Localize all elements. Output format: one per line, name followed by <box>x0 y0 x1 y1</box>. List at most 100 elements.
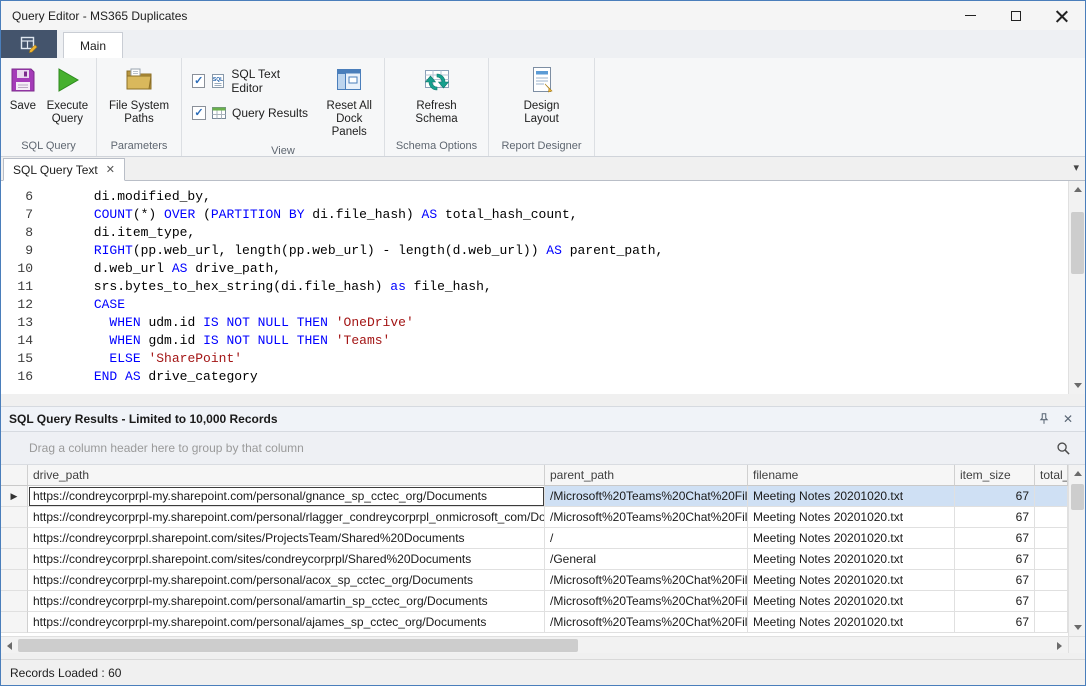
code-line[interactable]: 13 WHEN udm.id IS NOT NULL THEN 'OneDriv… <box>1 314 1068 332</box>
grid-cell-total_hash[interactable] <box>1035 549 1068 570</box>
close-button[interactable] <box>1039 1 1085 30</box>
row-indicator <box>1 507 28 528</box>
column-header-drive_path[interactable]: drive_path <box>28 465 545 486</box>
grid-cell-item_size[interactable]: 67 <box>955 612 1035 633</box>
code-line[interactable]: 10 d.web_url AS drive_path, <box>1 260 1068 278</box>
sql-text-editor-checkbox[interactable]: ✓ SQL SQL Text Editor <box>192 67 310 95</box>
checkbox-icon[interactable]: ✓ <box>192 74 205 88</box>
query-results-checkbox[interactable]: ✓ Query Results <box>192 105 310 121</box>
grid-cell-parent_path[interactable]: /Microsoft%20Teams%20Chat%20Files <box>545 507 748 528</box>
grid-cell-parent_path[interactable]: /Microsoft%20Teams%20Chat%20Files <box>545 570 748 591</box>
scroll-up-icon[interactable] <box>1069 465 1086 482</box>
grid-cell-drive_path[interactable]: https://condreycorprpl-my.sharepoint.com… <box>28 612 545 633</box>
execute-query-button[interactable]: Execute Query <box>43 61 92 135</box>
scroll-down-icon[interactable] <box>1069 619 1086 636</box>
app-menu-button[interactable] <box>1 30 57 58</box>
table-row[interactable]: https://condreycorprpl-my.sharepoint.com… <box>1 507 1068 528</box>
code-line[interactable]: 11 srs.bytes_to_hex_string(di.file_hash)… <box>1 278 1068 296</box>
tab-main[interactable]: Main <box>63 32 123 58</box>
maximize-button[interactable] <box>993 1 1039 30</box>
design-layout-button[interactable]: Design Layout <box>513 61 571 135</box>
titlebar[interactable]: Query Editor - MS365 Duplicates <box>1 1 1085 30</box>
code-line[interactable]: 15 ELSE 'SharePoint' <box>1 350 1068 368</box>
grid-cell-filename[interactable]: Meeting Notes 20201020.txt <box>748 591 955 612</box>
ribbon-tab-row: Main <box>1 30 1085 58</box>
checkbox-icon[interactable]: ✓ <box>192 106 206 120</box>
code-line[interactable]: 12 CASE <box>1 296 1068 314</box>
save-button[interactable]: Save <box>5 61 41 135</box>
code-line[interactable]: 9 RIGHT(pp.web_url, length(pp.web_url) -… <box>1 242 1068 260</box>
grid-cell-filename[interactable]: Meeting Notes 20201020.txt <box>748 612 955 633</box>
grid-cell-item_size[interactable]: 67 <box>955 591 1035 612</box>
scrollbar-thumb[interactable] <box>1071 484 1084 510</box>
grid-cell-total_hash[interactable] <box>1035 612 1068 633</box>
reset-all-dock-panels-button[interactable]: Reset All Dock Panels <box>318 61 380 143</box>
code-line[interactable]: 16 END AS drive_category <box>1 368 1068 386</box>
table-row[interactable]: https://condreycorprpl.sharepoint.com/si… <box>1 549 1068 570</box>
scroll-down-icon[interactable] <box>1069 377 1086 394</box>
grid-cell-filename[interactable]: Meeting Notes 20201020.txt <box>748 570 955 591</box>
scroll-left-icon[interactable] <box>1 637 18 654</box>
grid-cell-total_hash[interactable] <box>1035 486 1068 507</box>
grid-cell-item_size[interactable]: 67 <box>955 549 1035 570</box>
tab-close-icon[interactable]: ✕ <box>106 163 115 176</box>
tab-sql-query-text[interactable]: SQL Query Text ✕ <box>3 158 125 181</box>
grid-cell-total_hash[interactable] <box>1035 528 1068 549</box>
code-line[interactable]: 8 di.item_type, <box>1 224 1068 242</box>
grid-cell-item_size[interactable]: 67 <box>955 570 1035 591</box>
grid-cell-drive_path[interactable]: https://condreycorprpl-my.sharepoint.com… <box>28 507 545 528</box>
grid-cell-filename[interactable]: Meeting Notes 20201020.txt <box>748 486 955 507</box>
chevron-down-icon[interactable]: ▾ <box>1073 161 1079 174</box>
table-row[interactable]: ▶https://condreycorprpl-my.sharepoint.co… <box>1 486 1068 507</box>
grid-cell-total_hash[interactable] <box>1035 507 1068 528</box>
search-icon[interactable] <box>1056 441 1071 456</box>
code-line[interactable]: 14 WHEN gdm.id IS NOT NULL THEN 'Teams' <box>1 332 1068 350</box>
group-by-bar[interactable]: Drag a column header here to group by th… <box>1 432 1085 465</box>
panel-close-icon[interactable]: ✕ <box>1063 412 1073 426</box>
grid-cell-parent_path[interactable]: /General <box>545 549 748 570</box>
refresh-schema-button[interactable]: Refresh Schema <box>404 61 470 135</box>
grid-cell-drive_path[interactable]: https://condreycorprpl-my.sharepoint.com… <box>28 591 545 612</box>
grid-cell-parent_path[interactable]: /Microsoft%20Teams%20Chat%20Files <box>545 591 748 612</box>
close-icon <box>1056 10 1068 22</box>
grid-cell-drive_path[interactable]: https://condreycorprpl-my.sharepoint.com… <box>28 486 545 507</box>
scrollbar-thumb[interactable] <box>18 639 578 652</box>
column-header-parent_path[interactable]: parent_path <box>545 465 748 486</box>
grid-cell-total_hash[interactable] <box>1035 591 1068 612</box>
table-row[interactable]: https://condreycorprpl.sharepoint.com/si… <box>1 528 1068 549</box>
sql-editor[interactable]: 6 di.modified_by,7 COUNT(*) OVER (PARTIT… <box>1 181 1068 394</box>
pin-icon[interactable] <box>1037 412 1051 426</box>
grid-cell-total_hash[interactable] <box>1035 570 1068 591</box>
scroll-up-icon[interactable] <box>1069 181 1086 198</box>
grid-cell-filename[interactable]: Meeting Notes 20201020.txt <box>748 507 955 528</box>
code-line[interactable]: 7 COUNT(*) OVER (PARTITION BY di.file_ha… <box>1 206 1068 224</box>
grid-cell-item_size[interactable]: 67 <box>955 528 1035 549</box>
grid-cell-parent_path[interactable]: /Microsoft%20Teams%20Chat%20Files <box>545 612 748 633</box>
grid-cell-drive_path[interactable]: https://condreycorprpl.sharepoint.com/si… <box>28 528 545 549</box>
grid-cell-item_size[interactable]: 67 <box>955 486 1035 507</box>
grid-vertical-scrollbar[interactable] <box>1068 465 1085 636</box>
table-row[interactable]: https://condreycorprpl-my.sharepoint.com… <box>1 591 1068 612</box>
grid-cell-parent_path[interactable]: /Microsoft%20Teams%20Chat%20Files <box>545 486 748 507</box>
grid-cell-filename[interactable]: Meeting Notes 20201020.txt <box>748 528 955 549</box>
scroll-right-icon[interactable] <box>1051 637 1068 654</box>
code-line[interactable]: 6 di.modified_by, <box>1 188 1068 206</box>
grid-cell-drive_path[interactable]: https://condreycorprpl.sharepoint.com/si… <box>28 549 545 570</box>
grid-horizontal-scrollbar[interactable] <box>1 636 1068 653</box>
column-header-total_hash[interactable]: total_hash <box>1035 465 1068 486</box>
file-system-paths-button[interactable]: File System Paths <box>102 61 176 135</box>
ribbon: Save Execute Query SQL Query <box>1 58 1085 157</box>
grid-cell-item_size[interactable]: 67 <box>955 507 1035 528</box>
reset-dock-panels-icon <box>333 64 365 96</box>
table-row[interactable]: https://condreycorprpl-my.sharepoint.com… <box>1 612 1068 633</box>
editor-vertical-scrollbar[interactable] <box>1068 181 1085 394</box>
table-row[interactable]: https://condreycorprpl-my.sharepoint.com… <box>1 570 1068 591</box>
column-header-item_size[interactable]: item_size <box>955 465 1035 486</box>
grid-cell-filename[interactable]: Meeting Notes 20201020.txt <box>748 549 955 570</box>
grid-cell-drive_path[interactable]: https://condreycorprpl-my.sharepoint.com… <box>28 570 545 591</box>
grid-cell-parent_path[interactable]: / <box>545 528 748 549</box>
panel-splitter[interactable] <box>1 394 1085 406</box>
column-header-filename[interactable]: filename <box>748 465 955 486</box>
scrollbar-thumb[interactable] <box>1071 212 1084 274</box>
minimize-button[interactable] <box>947 1 993 30</box>
